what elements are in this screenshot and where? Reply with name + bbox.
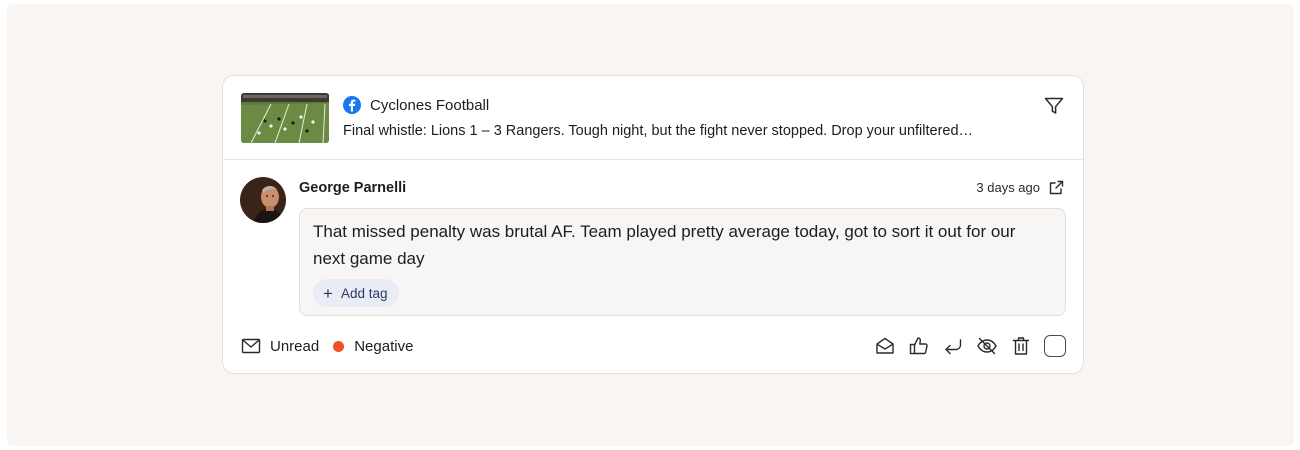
facebook-icon <box>343 96 361 114</box>
external-link-icon[interactable] <box>1048 179 1065 196</box>
post-thumbnail[interactable] <box>241 93 329 143</box>
comment-footer: Unread Negative <box>223 334 1083 366</box>
post-header: Cyclones Football Final whistle: Lions 1… <box>223 76 1083 160</box>
reply-icon[interactable] <box>942 335 964 357</box>
trash-icon[interactable] <box>1010 335 1032 357</box>
comment-bubble: That missed penalty was brutal AF. Team … <box>299 208 1066 316</box>
mail-icon <box>241 338 261 354</box>
comment-meta: 3 days ago <box>976 179 1065 196</box>
plus-icon: + <box>323 283 333 303</box>
sentiment-label: Negative <box>354 337 414 355</box>
comment-text: That missed penalty was brutal AF. Team … <box>313 222 1016 268</box>
source-name[interactable]: Cyclones Football <box>370 97 489 114</box>
add-tag-label: Add tag <box>340 285 388 301</box>
status-group: Unread Negative <box>241 334 413 358</box>
thumbs-up-icon[interactable] <box>908 335 930 357</box>
action-bar <box>874 334 1066 358</box>
avatar[interactable] <box>240 177 286 223</box>
sentiment-dot <box>333 340 345 352</box>
add-tag-button[interactable]: + Add tag <box>313 279 400 307</box>
envelope-open-icon[interactable] <box>874 335 896 357</box>
select-checkbox[interactable] <box>1044 335 1066 357</box>
comment-author[interactable]: George Parnelli <box>299 180 406 196</box>
comment-card: Cyclones Football Final whistle: Lions 1… <box>222 75 1084 374</box>
comment: George Parnelli 3 days ago That missed p… <box>223 160 1083 334</box>
eye-off-icon[interactable] <box>976 335 998 357</box>
post-text[interactable]: Final whistle: Lions 1 – 3 Rangers. Toug… <box>343 123 1043 139</box>
post-source: Cyclones Football <box>343 96 489 114</box>
read-status: Unread <box>270 337 320 355</box>
filter-icon[interactable] <box>1043 95 1065 117</box>
comment-time: 3 days ago <box>976 180 1040 195</box>
